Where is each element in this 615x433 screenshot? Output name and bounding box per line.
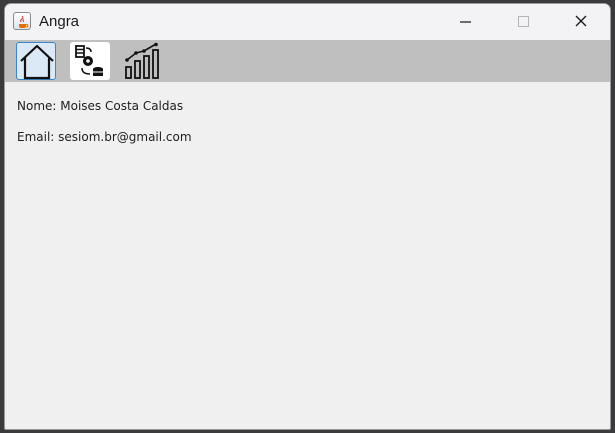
toolbar	[5, 40, 610, 82]
main-content: Nome: Moises Costa Caldas Email: sesiom.…	[5, 82, 610, 429]
chart-button[interactable]	[122, 42, 162, 80]
java-coffee-cup-icon	[13, 12, 31, 30]
window-title: Angra	[39, 13, 80, 30]
maximize-button[interactable]	[494, 4, 552, 40]
close-icon	[575, 15, 587, 27]
gear-database-icon	[75, 45, 103, 76]
home-icon	[20, 44, 54, 80]
app-window: Angra Nome: Moises Costa Caldas Email: s…	[4, 3, 611, 430]
bar-chart-growth-icon	[125, 42, 159, 79]
home-button[interactable]	[16, 42, 56, 80]
minimize-icon	[460, 21, 471, 23]
maximize-icon	[518, 16, 529, 27]
title-bar[interactable]: Angra	[5, 4, 610, 40]
minimize-button[interactable]	[436, 4, 494, 40]
user-name-label: Nome: Moises Costa Caldas	[17, 99, 184, 113]
settings-database-button[interactable]	[70, 42, 110, 80]
close-button[interactable]	[552, 4, 610, 40]
user-email-label: Email: sesiom.br@gmail.com	[17, 130, 192, 144]
